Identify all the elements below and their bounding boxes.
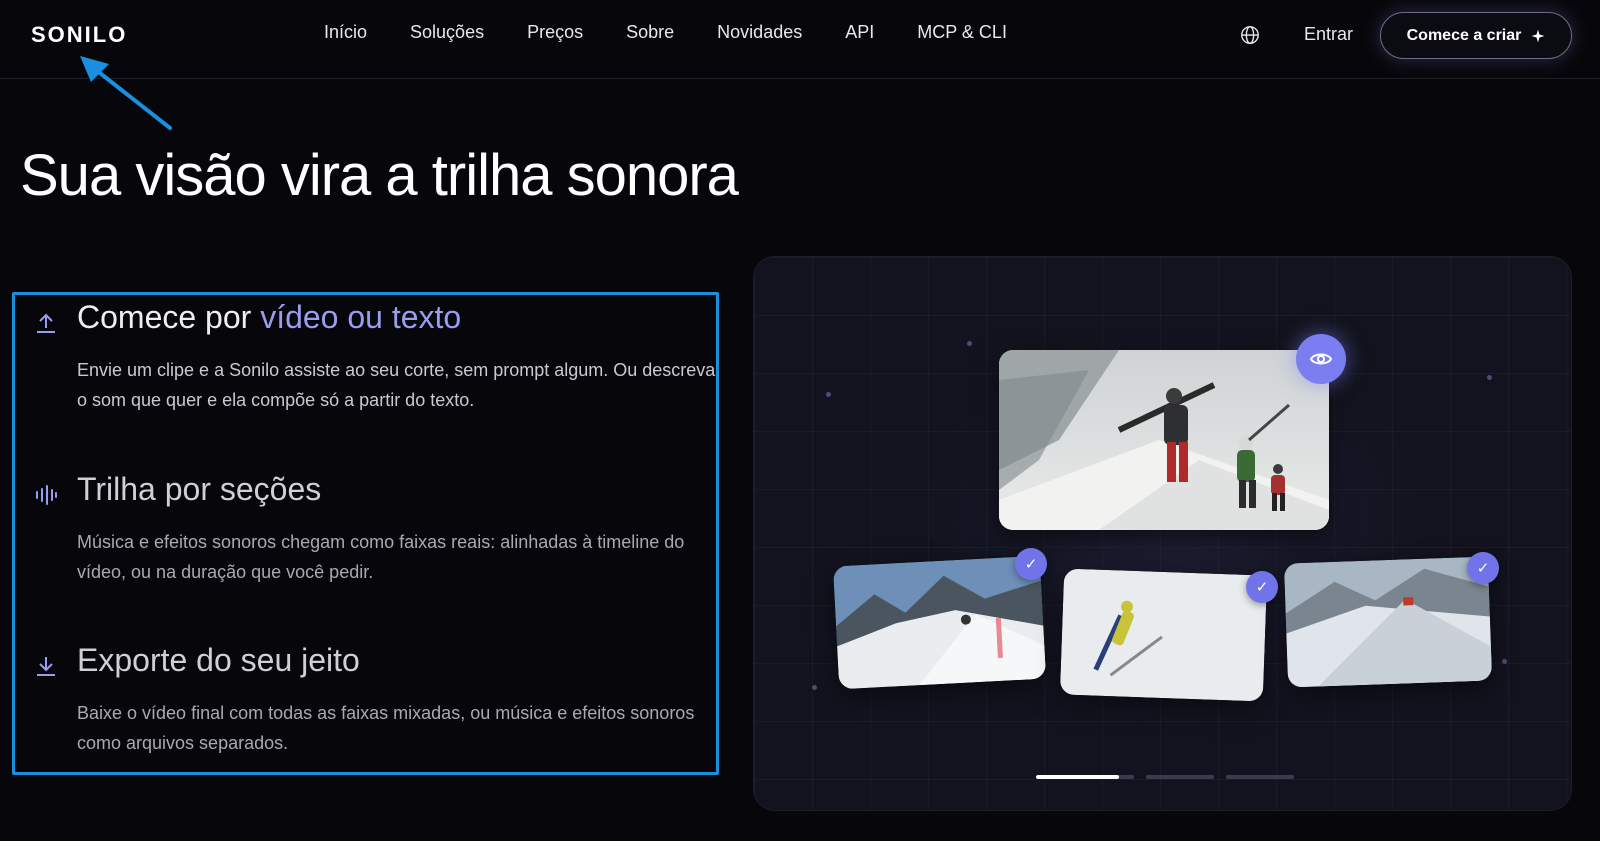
nav-link-api[interactable]: API bbox=[845, 22, 874, 43]
carousel-page-2[interactable] bbox=[1146, 775, 1214, 779]
decor-dot bbox=[1487, 375, 1492, 380]
signin-link[interactable]: Entrar bbox=[1304, 24, 1353, 45]
snowboard-slope-image[interactable] bbox=[832, 555, 1047, 690]
top-header: SONILO Início Soluções Preços Sobre Novi… bbox=[0, 0, 1600, 79]
main-nav: Início Soluções Preços Sobre Novidades A… bbox=[324, 22, 1050, 43]
check-icon[interactable]: ✓ bbox=[1246, 571, 1278, 603]
decor-dot bbox=[1502, 659, 1507, 664]
hero-title: Sua visão vira a trilha sonora bbox=[20, 143, 739, 208]
start-creating-button[interactable]: Comece a criar bbox=[1380, 12, 1572, 59]
nav-link-sobre[interactable]: Sobre bbox=[626, 22, 674, 43]
check-icon[interactable]: ✓ bbox=[1467, 552, 1499, 584]
nav-link-solucoes[interactable]: Soluções bbox=[410, 22, 484, 43]
carousel-page-3[interactable] bbox=[1226, 775, 1294, 779]
waveform-icon bbox=[36, 485, 57, 505]
logo[interactable]: SONILO bbox=[31, 22, 127, 48]
annotation-arrow bbox=[80, 56, 172, 130]
globe-icon[interactable] bbox=[1239, 24, 1261, 46]
download-icon bbox=[37, 657, 55, 676]
ski-jumper-image[interactable] bbox=[1059, 568, 1268, 702]
preview-panel: ✓ ✓ ✓ bbox=[753, 256, 1572, 811]
nav-link-inicio[interactable]: Início bbox=[324, 22, 367, 43]
decor-dot bbox=[967, 341, 972, 346]
nav-link-precos[interactable]: Preços bbox=[527, 22, 583, 43]
feature-title: Exporte do seu jeito bbox=[77, 642, 360, 678]
feature-description: Baixe o vídeo final com todas as faixas … bbox=[77, 703, 695, 753]
decor-dot bbox=[812, 685, 817, 690]
annotation-highlight-box: Comece por vídeo ou texto Envie um clipe… bbox=[12, 292, 719, 775]
eye-icon bbox=[1309, 353, 1333, 365]
upload-icon bbox=[37, 313, 55, 333]
feature-title: Trilha por seções bbox=[77, 471, 322, 507]
preview-eye-button[interactable] bbox=[1296, 334, 1346, 384]
carousel-progress bbox=[1036, 775, 1120, 779]
decor-dot bbox=[826, 392, 831, 397]
feature-description: Envie um clipe e a Sonilo assiste ao seu… bbox=[77, 360, 716, 410]
carousel-page-1[interactable] bbox=[1036, 775, 1134, 779]
nav-link-mcp-cli[interactable]: MCP & CLI bbox=[917, 22, 1007, 43]
feature-description: Música e efeitos sonoros chegam como fai… bbox=[77, 532, 685, 582]
sparkle-icon bbox=[1531, 29, 1545, 42]
skier-powder-image[interactable] bbox=[1283, 556, 1493, 688]
check-icon[interactable]: ✓ bbox=[1015, 548, 1047, 580]
feature-title: Comece por vídeo ou texto bbox=[77, 299, 462, 335]
ski-mountaineers-image[interactable] bbox=[999, 350, 1329, 530]
cta-label: Comece a criar bbox=[1406, 26, 1522, 44]
carousel-pagination bbox=[1036, 775, 1294, 779]
nav-link-novidades[interactable]: Novidades bbox=[717, 22, 802, 43]
